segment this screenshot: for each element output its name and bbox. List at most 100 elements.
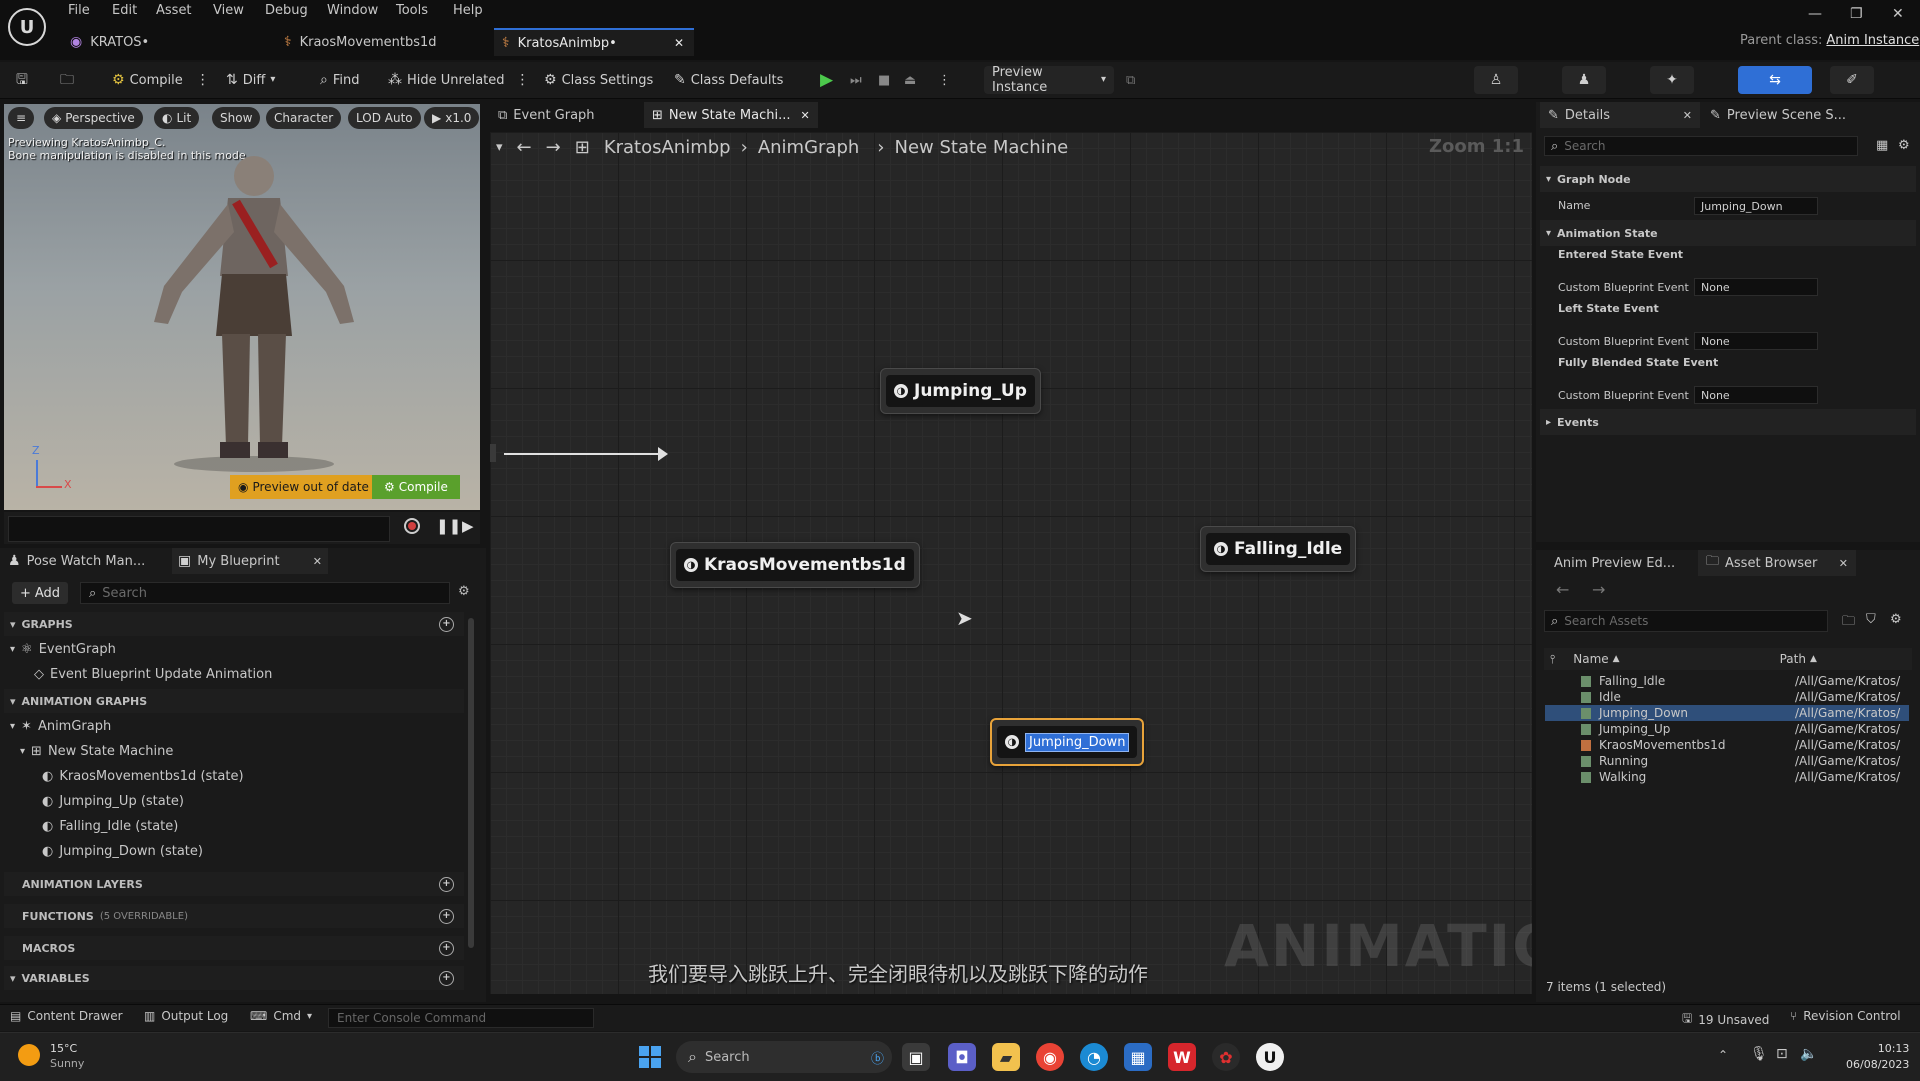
tree-item-event-update[interactable]: ◇ Event Blueprint Update Animation	[34, 664, 272, 684]
asset-row-selected[interactable]: Jumping_Down/All/Game/Kratos/	[1545, 705, 1909, 721]
volume-icon[interactable]: 🔈	[1800, 1046, 1817, 1062]
task-view-icon[interactable]: ▣	[902, 1043, 930, 1071]
menu-view[interactable]: View	[209, 3, 248, 18]
asset-search-input[interactable]: ⌕ Search Assets	[1544, 610, 1828, 632]
preview-viewport[interactable]: ≡ ◈ Perspective ◐ Lit Show Character LOD A…	[4, 104, 480, 510]
hide-unrelated-button[interactable]: ⁂ Hide Unrelated ⋮	[388, 66, 530, 94]
state-rename-input[interactable]: Jumping_Down	[1025, 732, 1130, 752]
perspective-button[interactable]: ◈ Perspective	[44, 107, 143, 129]
functions-section-header[interactable]: FUNCTIONS (5 OVERRIDABLE) +	[4, 904, 464, 928]
custom-event-field[interactable]: None	[1694, 278, 1818, 296]
asset-row[interactable]: Running/All/Game/Kratos/	[1545, 753, 1909, 769]
speed-button[interactable]: ▶ x1.0	[424, 107, 480, 129]
play-icon[interactable]: ▶	[462, 517, 474, 535]
bookmark-icon[interactable]: ▾	[496, 140, 503, 155]
more-icon[interactable]: ⋮	[938, 66, 951, 94]
folder-icon[interactable]: 🗀	[1842, 612, 1855, 634]
play-icon[interactable]: ▶	[820, 66, 833, 94]
asset-row[interactable]: Jumping_Up/All/Game/Kratos/	[1545, 721, 1909, 737]
state-node-falling-idle[interactable]: ◑ Falling_Idle	[1200, 526, 1357, 572]
menu-asset[interactable]: Asset	[152, 3, 196, 18]
viewport-compile-button[interactable]: ⚙ Compile	[372, 475, 460, 499]
tab-asset-browser[interactable]: 🗀 Asset Browser ✕	[1698, 550, 1856, 576]
breadcrumb-item[interactable]: New State Machine	[895, 137, 1069, 158]
close-icon[interactable]: ✕	[801, 109, 810, 122]
menu-file[interactable]: File	[64, 3, 94, 18]
doc-tab-animbp[interactable]: ⚕ KratosAnimbp• ✕	[494, 28, 694, 56]
asset-row[interactable]: Walking/All/Game/Kratos/	[1545, 769, 1909, 785]
doc-tab-blendspace[interactable]: ⚕ KraosMovementbs1d	[284, 28, 484, 56]
lit-button[interactable]: ◐ Lit	[154, 107, 200, 129]
edge-icon[interactable]: ◔	[1080, 1043, 1108, 1071]
grid-view-icon[interactable]: ▦	[1876, 138, 1888, 153]
close-icon[interactable]: ✕	[313, 555, 322, 568]
forward-arrow-icon[interactable]: →	[1592, 580, 1605, 599]
close-icon[interactable]: ✕	[1683, 109, 1692, 122]
events-category[interactable]: ▸ Events	[1540, 409, 1916, 435]
hamburger-icon[interactable]: ≡	[8, 107, 34, 129]
menu-tools[interactable]: Tools	[392, 3, 432, 18]
tree-item-state[interactable]: ◐ Jumping_Up (state)	[42, 791, 184, 811]
name-field[interactable]: Jumping_Down	[1694, 197, 1818, 215]
gear-icon[interactable]: ⚙	[1898, 138, 1910, 153]
menu-edit[interactable]: Edit	[108, 3, 141, 18]
tab-anim-preview[interactable]: Anim Preview Ed...	[1540, 550, 1675, 576]
content-drawer-button[interactable]: ▤ Content Drawer	[10, 1009, 123, 1023]
store-icon[interactable]: ▦	[1124, 1043, 1152, 1071]
close-icon[interactable]: ✕	[1839, 557, 1848, 570]
minimize-icon[interactable]: —	[1808, 6, 1822, 22]
tree-item-anim-graph[interactable]: ▾ ✶ AnimGraph	[10, 716, 111, 736]
tree-item-event-graph[interactable]: ▾ ⚛ EventGraph	[10, 639, 116, 659]
gear-icon[interactable]: ⚙	[1890, 612, 1902, 627]
debug-filter-icon[interactable]: ⧉	[1126, 66, 1135, 94]
record-icon[interactable]	[404, 518, 420, 534]
diff-button[interactable]: ⇅ Diff ▾	[226, 66, 275, 94]
tree-item-state-machine[interactable]: ▾ ⊞ New State Machine	[20, 741, 173, 761]
character-button[interactable]: Character	[266, 107, 342, 129]
tab-my-blueprint[interactable]: ▣ My Blueprint ✕	[172, 548, 328, 574]
windows-start-icon[interactable]	[636, 1043, 664, 1071]
taskbar-search[interactable]: ⌕ Search ⓑ	[676, 1041, 892, 1073]
variables-section-header[interactable]: ▾ VARIABLES +	[4, 966, 464, 990]
graph-node-category[interactable]: ▾ Graph Node	[1540, 166, 1916, 192]
tab-pose-watch[interactable]: ♟ Pose Watch Man...	[8, 548, 145, 574]
menu-window[interactable]: Window	[323, 3, 382, 18]
show-button[interactable]: Show	[212, 107, 261, 129]
tab-preview-scene[interactable]: ✎ Preview Scene S...	[1704, 102, 1846, 128]
close-window-icon[interactable]: ✕	[1892, 6, 1904, 22]
menu-debug[interactable]: Debug	[261, 3, 312, 18]
microphone-icon[interactable]: 🎙	[1750, 1046, 1768, 1062]
custom-event-field[interactable]: None	[1694, 332, 1818, 350]
state-node-kraos[interactable]: ◑ KraosMovementbs1d	[670, 542, 920, 588]
blueprint-mode-button[interactable]: ⇆	[1738, 66, 1812, 94]
graphs-section-header[interactable]: ▾ GRAPHS +	[4, 612, 464, 636]
column-header-name[interactable]: Name	[1573, 652, 1608, 666]
class-defaults-button[interactable]: ✎ Class Defaults	[674, 66, 783, 94]
asset-row[interactable]: Falling_Idle/All/Game/Kratos/	[1545, 673, 1909, 689]
more-icon[interactable]: ⋮	[516, 73, 530, 87]
close-icon[interactable]: ✕	[674, 36, 684, 50]
back-arrow-icon[interactable]: ←	[517, 137, 532, 158]
physics-mode-button[interactable]: ✐	[1830, 66, 1874, 94]
asset-row[interactable]: KraosMovementbs1d/All/Game/Kratos/	[1545, 737, 1909, 753]
skeleton-mode-button[interactable]: ♙	[1474, 66, 1518, 94]
blueprint-search-input[interactable]: ⌕ Search	[80, 582, 450, 604]
gear-icon[interactable]: ⚙	[458, 584, 470, 599]
chevron-up-icon[interactable]: ⌃	[1718, 1048, 1728, 1062]
output-log-button[interactable]: ▥ Output Log	[144, 1009, 228, 1023]
asset-row[interactable]: Idle/All/Game/Kratos/	[1545, 689, 1909, 705]
preview-instance-dropdown[interactable]: Preview Instance ▾	[984, 65, 1114, 95]
compile-button[interactable]: ⚙ Compile ⋮	[112, 66, 210, 94]
animation-graphs-section-header[interactable]: ▾ ANIMATION GRAPHS	[4, 689, 464, 713]
parent-class-link[interactable]: Anim Instance	[1826, 33, 1919, 48]
add-variable-icon[interactable]: +	[439, 971, 454, 986]
davinci-icon[interactable]: ✿	[1212, 1043, 1240, 1071]
more-icon[interactable]: ⋮	[196, 73, 210, 87]
eject-icon[interactable]: ⏏	[904, 66, 916, 94]
add-layer-icon[interactable]: +	[439, 877, 454, 892]
weather-sun-icon[interactable]	[18, 1044, 40, 1066]
wps-icon[interactable]: W	[1168, 1043, 1196, 1071]
add-graph-icon[interactable]: +	[439, 617, 454, 632]
revision-control-button[interactable]: ⑂ Revision Control	[1790, 1009, 1901, 1023]
state-node-jumping-up[interactable]: ◑ Jumping_Up	[880, 368, 1041, 414]
